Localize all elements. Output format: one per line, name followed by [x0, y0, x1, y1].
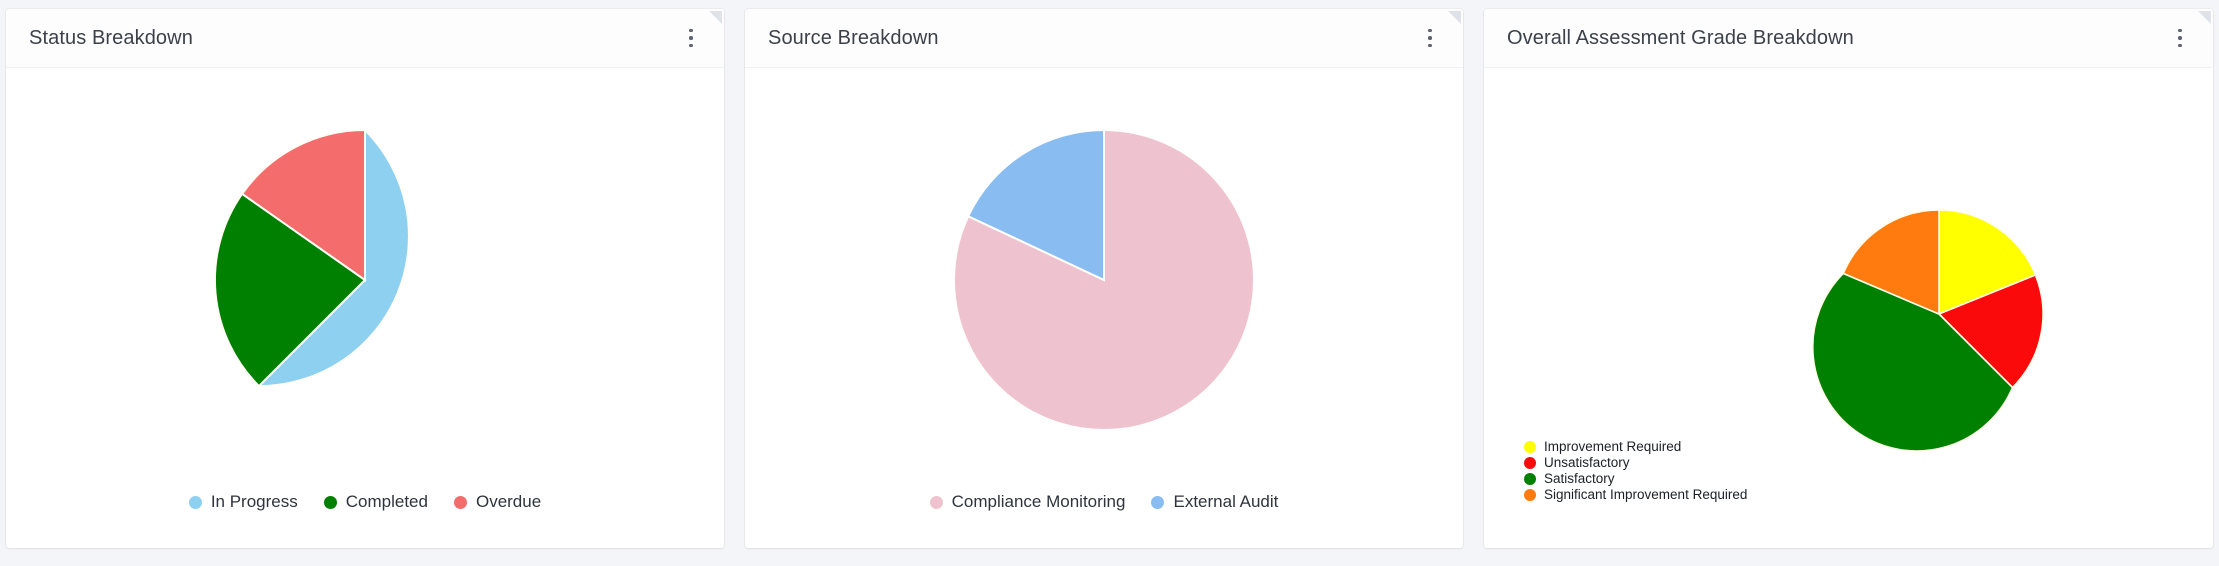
kebab-dot	[689, 36, 693, 40]
legend-color-swatch-icon	[1524, 440, 1536, 453]
chart-area	[6, 68, 724, 492]
legend-item-label: Satisfactory	[1544, 471, 1615, 486]
pie-slices	[1811, 209, 2044, 452]
page-title: Overall Assessment Grade Breakdown	[1507, 26, 1854, 49]
chart-legend: In Progress Completed Overdue	[6, 492, 724, 548]
legend-item-label: Significant Improvement Required	[1544, 487, 1748, 502]
panel-body: In Progress Completed Overdue	[6, 68, 724, 548]
kebab-menu-icon[interactable]	[1419, 23, 1441, 53]
chart-area	[745, 68, 1463, 492]
legend-item-label: Improvement Required	[1544, 439, 1682, 454]
pie-chart-source-breakdown	[953, 128, 1255, 431]
kebab-dot	[2178, 43, 2182, 48]
legend-item-improvement-required[interactable]: Improvement Required	[1524, 439, 1747, 454]
legend-color-swatch-icon	[1524, 488, 1536, 501]
panel-header: Status Breakdown	[6, 9, 724, 68]
kebab-menu-icon[interactable]	[2169, 23, 2191, 53]
page-title: Status Breakdown	[29, 26, 193, 49]
legend-item-label: Completed	[345, 492, 428, 511]
chart-legend: Compliance Monitoring External Audit	[745, 492, 1463, 548]
resize-handle-icon[interactable]	[709, 11, 722, 24]
panel-body: Compliance Monitoring External Audit	[745, 68, 1463, 548]
chart-area	[1811, 206, 2047, 452]
kebab-dot	[1428, 28, 1432, 33]
legend-color-swatch-icon	[1524, 472, 1536, 485]
dashboard-grid: Status Breakdown In Progress Completed O…	[0, 0, 2219, 566]
kebab-dot	[1428, 36, 1432, 40]
legend-item-label: In Progress	[210, 492, 298, 511]
legend-item-significant-improvement-required[interactable]: Significant Improvement Required	[1524, 487, 1747, 502]
legend-item-overdue[interactable]: Overdue	[453, 492, 542, 512]
kebab-dot	[689, 43, 693, 48]
legend-item-in-progress[interactable]: In Progress	[188, 492, 298, 512]
legend-color-swatch-icon	[323, 495, 337, 509]
pie-slices	[953, 128, 1255, 431]
chart-legend: Improvement Required Unsatisfactory Sati…	[1524, 439, 1747, 502]
legend-item-label: Unsatisfactory	[1544, 455, 1630, 470]
legend-color-swatch-icon	[1151, 495, 1165, 509]
legend-item-external-audit[interactable]: External Audit	[1151, 492, 1278, 512]
pie-chart-overall-assessment-grade-breakdown	[1811, 209, 2044, 452]
panel-overall-assessment-grade-breakdown: Overall Assessment Grade Breakdown Impro…	[1484, 9, 2213, 548]
legend-color-swatch-icon	[453, 495, 467, 509]
legend-color-swatch-icon	[929, 495, 943, 509]
page-title: Source Breakdown	[768, 26, 939, 49]
legend-item-completed[interactable]: Completed	[323, 492, 428, 512]
pie-slices	[213, 127, 410, 388]
kebab-menu-icon[interactable]	[680, 23, 702, 53]
panel-header: Source Breakdown	[745, 9, 1463, 68]
panel-body: Improvement Required Unsatisfactory Sati…	[1484, 68, 2213, 548]
legend-item-compliance-monitoring[interactable]: Compliance Monitoring	[929, 492, 1126, 512]
legend-color-swatch-icon	[188, 495, 202, 509]
panel-header: Overall Assessment Grade Breakdown	[1484, 9, 2213, 68]
legend-item-label: Compliance Monitoring	[951, 492, 1126, 511]
panel-status-breakdown: Status Breakdown In Progress Completed O…	[6, 9, 724, 548]
resize-handle-icon[interactable]	[2198, 11, 2211, 24]
legend-color-swatch-icon	[1524, 456, 1536, 469]
legend-item-satisfactory[interactable]: Satisfactory	[1524, 471, 1747, 486]
legend-item-label: External Audit	[1173, 492, 1279, 511]
pie-chart-status-breakdown	[213, 127, 410, 388]
kebab-dot	[1428, 43, 1432, 48]
legend-item-unsatisfactory[interactable]: Unsatisfactory	[1524, 455, 1747, 470]
resize-handle-icon[interactable]	[1448, 11, 1461, 24]
legend-item-label: Overdue	[475, 492, 542, 511]
kebab-dot	[689, 28, 693, 33]
kebab-dot	[2178, 28, 2182, 33]
panel-source-breakdown: Source Breakdown Compliance Monitoring E…	[745, 9, 1463, 548]
kebab-dot	[2178, 36, 2182, 40]
